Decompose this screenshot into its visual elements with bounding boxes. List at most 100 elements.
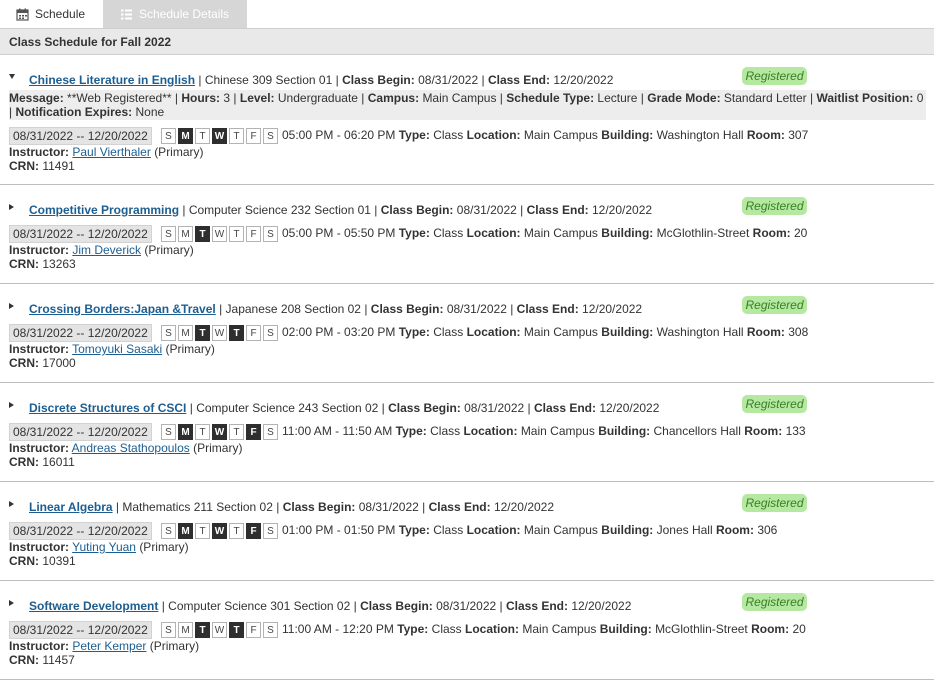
day-indicator: M bbox=[178, 325, 193, 341]
location-label: Location: bbox=[465, 622, 520, 636]
course-title-link[interactable]: Competitive Programming bbox=[29, 203, 179, 217]
expand-toggle-icon[interactable] bbox=[9, 204, 14, 210]
collapse-toggle-icon[interactable] bbox=[9, 74, 15, 79]
type-value: Class bbox=[433, 226, 464, 240]
meeting-days: SMTWTFS bbox=[161, 128, 280, 144]
list-icon bbox=[121, 9, 132, 19]
tab-bar: Schedule Schedule Details bbox=[0, 0, 934, 28]
type-value: Class bbox=[433, 128, 464, 142]
expand-toggle-icon[interactable] bbox=[9, 303, 14, 309]
meeting-time: 05:00 PM - 05:50 PM bbox=[282, 226, 396, 240]
calendar-icon bbox=[16, 8, 29, 21]
day-indicator: S bbox=[161, 523, 176, 539]
class-end-date: 12/20/2022 bbox=[599, 401, 660, 415]
class-end-date: 12/20/2022 bbox=[571, 599, 632, 613]
type-value: Class bbox=[430, 424, 461, 438]
page-title-text: Class Schedule for Fall 2022 bbox=[9, 34, 172, 49]
instructor-role: (Primary) bbox=[165, 342, 215, 356]
building-label: Building: bbox=[601, 523, 654, 537]
location-value: Main Campus bbox=[523, 523, 598, 537]
day-indicator: S bbox=[263, 128, 278, 144]
crn-row: CRN: 11491 bbox=[9, 159, 934, 173]
course-block: Discrete Structures of CSCI | Computer S… bbox=[0, 383, 934, 482]
building-value: Chancellors Hall bbox=[653, 424, 741, 438]
instructor-label: Instructor: bbox=[9, 145, 69, 159]
room-label: Room: bbox=[715, 523, 754, 537]
course-subject: Chinese 309 Section 01 bbox=[204, 73, 333, 87]
course-title-link[interactable]: Discrete Structures of CSCI bbox=[29, 401, 186, 415]
room-value: 20 bbox=[794, 226, 808, 240]
day-indicator: S bbox=[263, 325, 278, 341]
day-indicator: M bbox=[178, 226, 193, 242]
course-title-link[interactable]: Software Development bbox=[29, 599, 158, 613]
crn-value: 10391 bbox=[42, 554, 76, 568]
expand-toggle-icon[interactable] bbox=[9, 600, 14, 606]
class-begin-date: 08/31/2022 bbox=[464, 401, 525, 415]
instructor-link[interactable]: Jim Deverick bbox=[72, 243, 141, 257]
date-range: 08/31/2022 -- 12/20/2022 bbox=[9, 324, 152, 342]
day-indicator: T bbox=[229, 128, 244, 144]
tab-schedule-details[interactable]: Schedule Details bbox=[103, 0, 247, 28]
date-range: 08/31/2022 -- 12/20/2022 bbox=[9, 522, 152, 540]
course-title-link[interactable]: Crossing Borders:Japan &Travel bbox=[29, 302, 216, 316]
instructor-role: (Primary) bbox=[193, 441, 243, 455]
day-indicator: S bbox=[161, 622, 176, 638]
day-indicator: W bbox=[212, 325, 227, 341]
day-indicator: T bbox=[229, 226, 244, 242]
day-indicator: M bbox=[178, 128, 193, 144]
class-begin-label: Class Begin: bbox=[388, 401, 461, 415]
building-value: McGlothlin-Street bbox=[656, 226, 750, 240]
crn-label: CRN: bbox=[9, 257, 39, 271]
instructor-link[interactable]: Andreas Stathopoulos bbox=[72, 441, 190, 455]
class-end-label: Class End: bbox=[516, 302, 579, 316]
instructor-link[interactable]: Tomoyuki Sasaki bbox=[72, 342, 162, 356]
schedule-type-value: Lecture bbox=[597, 91, 638, 105]
day-indicator: F bbox=[246, 424, 261, 440]
course-block: Competitive Programming | Computer Scien… bbox=[0, 185, 934, 284]
instructor-link[interactable]: Paul Vierthaler bbox=[72, 145, 151, 159]
instructor-row: Instructor: Jim Deverick (Primary) bbox=[9, 243, 934, 257]
course-title-link[interactable]: Linear Algebra bbox=[29, 500, 113, 514]
class-begin-date: 08/31/2022 bbox=[456, 203, 517, 217]
tab-schedule-details-label: Schedule Details bbox=[139, 7, 230, 21]
instructor-link[interactable]: Yuting Yuan bbox=[72, 540, 136, 554]
expand-toggle-icon[interactable] bbox=[9, 501, 14, 507]
day-indicator: M bbox=[178, 424, 193, 440]
crn-row: CRN: 17000 bbox=[9, 356, 934, 370]
type-value: Class bbox=[431, 622, 462, 636]
date-range: 08/31/2022 -- 12/20/2022 bbox=[9, 423, 152, 441]
instructor-link[interactable]: Peter Kemper bbox=[72, 639, 146, 653]
instructor-label: Instructor: bbox=[9, 639, 69, 653]
class-begin-date: 08/31/2022 bbox=[358, 500, 419, 514]
crn-label: CRN: bbox=[9, 554, 39, 568]
meeting-time: 05:00 PM - 06:20 PM bbox=[282, 128, 396, 142]
expand-toggle-icon[interactable] bbox=[9, 402, 14, 408]
location-value: Main Campus bbox=[522, 622, 597, 636]
location-value: Main Campus bbox=[523, 128, 598, 142]
notification-value: None bbox=[135, 105, 165, 119]
meeting-time: 01:00 PM - 01:50 PM bbox=[282, 523, 396, 537]
day-indicator: F bbox=[246, 128, 261, 144]
class-begin-label: Class Begin: bbox=[360, 599, 433, 613]
course-title-link[interactable]: Chinese Literature in English bbox=[29, 73, 195, 87]
meeting-days: SMTWTFS bbox=[161, 325, 280, 341]
tab-schedule[interactable]: Schedule bbox=[0, 0, 103, 28]
level-label: Level: bbox=[239, 91, 275, 105]
crn-label: CRN: bbox=[9, 159, 39, 173]
course-block: Linear Algebra | Mathematics 211 Section… bbox=[0, 482, 934, 581]
building-label: Building: bbox=[601, 226, 654, 240]
instructor-role: (Primary) bbox=[144, 243, 194, 257]
meeting-days: SMTWTFS bbox=[161, 523, 280, 539]
instructor-role: (Primary) bbox=[154, 145, 204, 159]
day-indicator: S bbox=[263, 226, 278, 242]
day-indicator: W bbox=[212, 523, 227, 539]
class-end-label: Class End: bbox=[533, 401, 596, 415]
class-begin-date: 08/31/2022 bbox=[436, 599, 497, 613]
day-indicator: S bbox=[161, 325, 176, 341]
hours-value: 3 bbox=[223, 91, 231, 105]
tab-schedule-label: Schedule bbox=[35, 7, 86, 21]
meeting-days: SMTWTFS bbox=[161, 424, 280, 440]
class-begin-label: Class Begin: bbox=[380, 203, 454, 217]
meeting-info: 02:00 PM - 03:20 PM Type: Class Location… bbox=[282, 325, 808, 339]
message-value: **Web Registered** bbox=[67, 91, 172, 105]
